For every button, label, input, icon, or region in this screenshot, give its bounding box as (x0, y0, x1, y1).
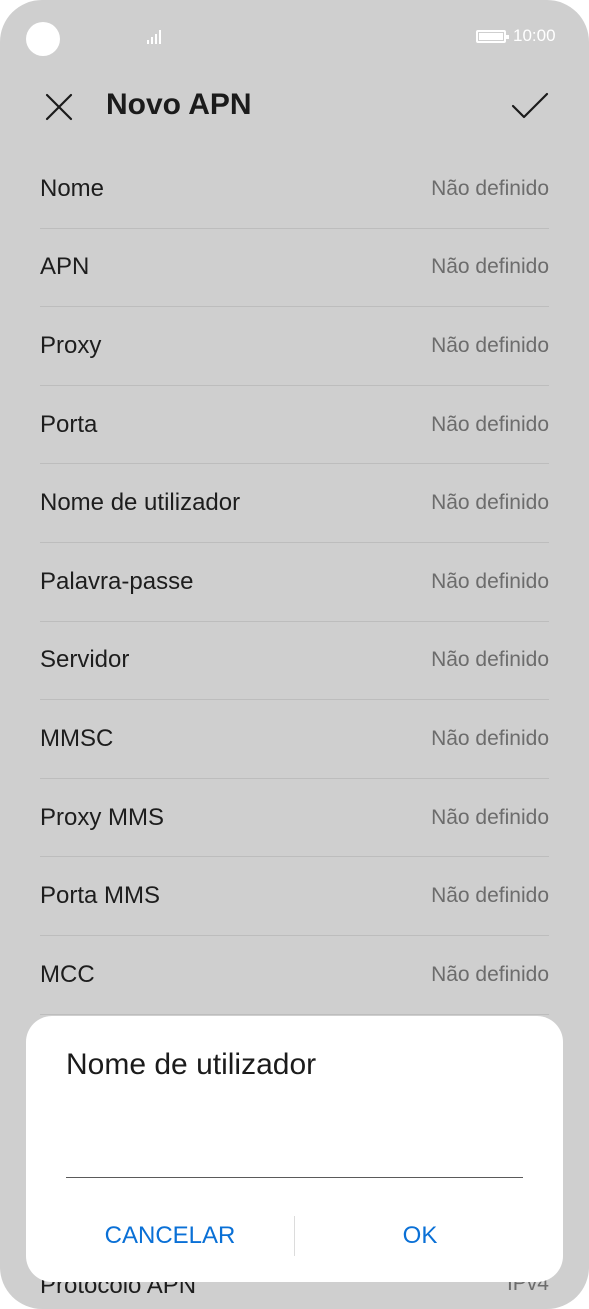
dialog-title: Nome de utilizador (66, 1048, 317, 1081)
setting-value: Não definido (431, 726, 549, 750)
page-title: Novo APN (106, 88, 252, 121)
signal-icon (147, 30, 167, 44)
setting-label: Nome de utilizador (40, 489, 241, 517)
title-bar: Novo APN (0, 72, 589, 142)
setting-label: APN (40, 253, 90, 281)
setting-row-proxy[interactable]: Proxy Não definido (40, 307, 549, 386)
front-camera (26, 22, 60, 56)
setting-label: Porta MMS (40, 882, 161, 910)
setting-value: Não definido (431, 491, 549, 515)
setting-label: Proxy (40, 331, 102, 359)
dialog-button-divider (294, 1216, 295, 1256)
setting-label: Porta (40, 410, 98, 438)
setting-row-servidor[interactable]: Servidor Não definido (40, 622, 549, 701)
setting-value: Não definido (431, 569, 549, 593)
setting-row-mmsc[interactable]: MMSC Não definido (40, 700, 549, 779)
status-time: 10:00 (513, 26, 556, 45)
setting-value: Não definido (431, 412, 549, 436)
username-dialog: Nome de utilizador CANCELAR OK (26, 1016, 563, 1282)
setting-value: Não definido (431, 648, 549, 672)
setting-value: Não definido (431, 962, 549, 986)
check-icon[interactable] (510, 90, 550, 122)
setting-value: Não definido (431, 333, 549, 357)
setting-label: Palavra-passe (40, 567, 194, 595)
setting-value: Não definido (431, 255, 549, 279)
setting-row-apn[interactable]: APN Não definido (40, 229, 549, 308)
setting-label: Servidor (40, 646, 130, 674)
ok-button[interactable]: OK (300, 1212, 540, 1260)
setting-row-nome[interactable]: Nome Não definido (40, 150, 549, 229)
setting-value: Não definido (431, 176, 549, 200)
close-icon[interactable] (44, 92, 74, 122)
setting-row-palavra-passe[interactable]: Palavra-passe Não definido (40, 543, 549, 622)
setting-row-porta[interactable]: Porta Não definido (40, 386, 549, 465)
status-bar: 10:00 (0, 0, 589, 72)
setting-label: Nome (40, 174, 105, 202)
setting-label: MCC (40, 960, 95, 988)
username-input[interactable] (66, 1124, 523, 1178)
setting-row-nome-de-utilizador[interactable]: Nome de utilizador Não definido (40, 464, 549, 543)
setting-value: Não definido (431, 805, 549, 829)
apn-settings-list: Nome Não definido APN Não definido Proxy… (40, 150, 549, 1015)
setting-row-proxy-mms[interactable]: Proxy MMS Não definido (40, 779, 549, 858)
cancel-button[interactable]: CANCELAR (50, 1212, 290, 1260)
setting-value: Não definido (431, 884, 549, 908)
setting-row-porta-mms[interactable]: Porta MMS Não definido (40, 857, 549, 936)
setting-row-mcc[interactable]: MCC Não definido (40, 936, 549, 1015)
setting-label: Proxy MMS (40, 803, 165, 831)
battery-icon (476, 30, 509, 43)
setting-label: MMSC (40, 724, 114, 752)
phone-screen: 10:00 Novo APN Nome Não definido APN Não… (0, 0, 589, 1309)
